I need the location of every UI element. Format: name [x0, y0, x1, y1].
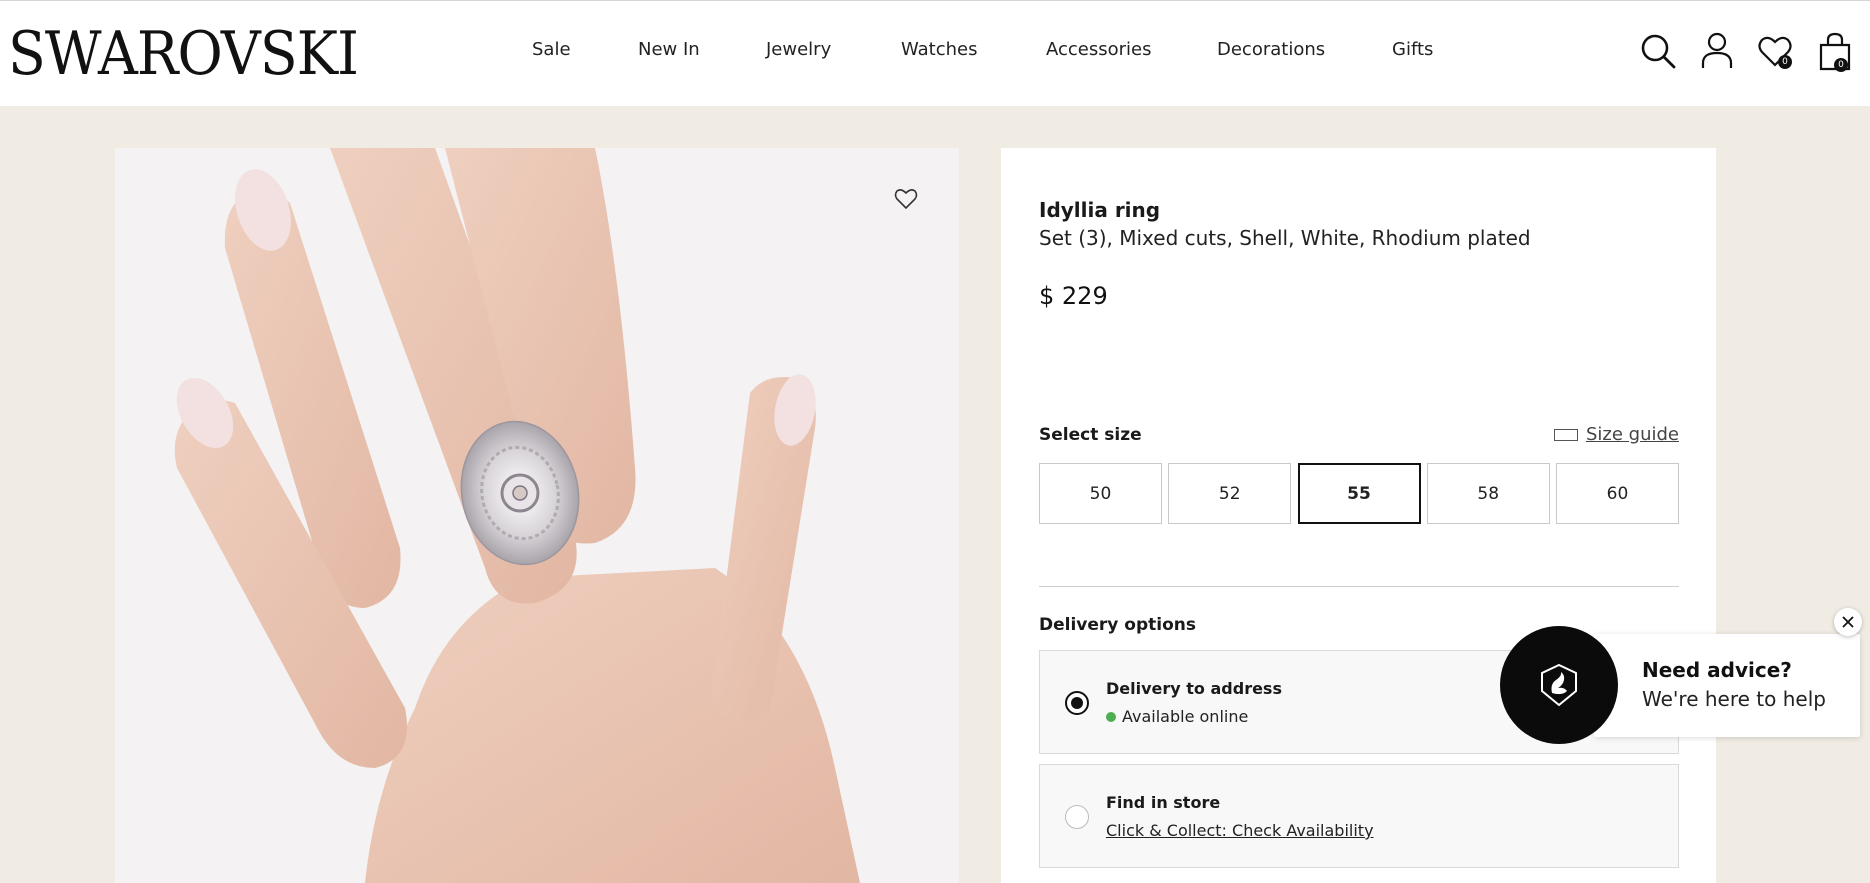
product-image[interactable] — [115, 148, 959, 883]
product-info-panel: Idyllia ring Set (3), Mixed cuts, Shell,… — [1001, 148, 1716, 883]
user-icon[interactable] — [1697, 31, 1737, 71]
shopping-bag-icon[interactable]: 0 — [1815, 31, 1855, 72]
size-option-50[interactable]: 50 — [1039, 463, 1162, 524]
size-guide-link[interactable]: Size guide — [1553, 424, 1679, 445]
product-name: Idyllia ring — [1039, 198, 1161, 222]
available-dot-icon — [1106, 711, 1116, 722]
close-chat-icon[interactable] — [1834, 608, 1862, 636]
nav-item-decorations[interactable]: Decorations — [1217, 39, 1325, 60]
availability-status: Available online — [1106, 707, 1248, 726]
divider — [1039, 586, 1679, 587]
site-header: SWAROVSKI Sale New In Jewelry Watches Ac… — [0, 0, 1870, 106]
delivery-options-label: Delivery options — [1039, 615, 1196, 635]
availability-text: Available online — [1122, 707, 1249, 726]
product-subtitle: Set (3), Mixed cuts, Shell, White, Rhodi… — [1039, 226, 1531, 250]
hand-with-ring-image — [115, 148, 959, 883]
nav-item-gifts[interactable]: Gifts — [1392, 39, 1433, 60]
chat-title: Need advice? — [1642, 658, 1792, 682]
nav-item-watches[interactable]: Watches — [901, 39, 978, 60]
size-option-60[interactable]: 60 — [1556, 463, 1679, 524]
nav-item-jewelry[interactable]: Jewelry — [766, 39, 831, 60]
ruler-icon — [1553, 428, 1578, 441]
delivery-option-title: Delivery to address — [1106, 679, 1282, 698]
brand-logo[interactable]: SWAROVSKI — [8, 19, 359, 89]
select-size-label: Select size — [1039, 425, 1142, 445]
size-option-52[interactable]: 52 — [1168, 463, 1292, 524]
product-price: $ 229 — [1039, 282, 1108, 310]
chat-avatar-swan-icon[interactable] — [1500, 626, 1618, 744]
size-option-58[interactable]: 58 — [1426, 463, 1550, 524]
size-guide-label: Size guide — [1585, 424, 1679, 445]
nav-item-new-in[interactable]: New In — [638, 39, 700, 60]
nav-item-sale[interactable]: Sale — [532, 39, 571, 60]
chat-advice-card[interactable]: Need advice? We're here to help — [1594, 634, 1860, 737]
nav-item-accessories[interactable]: Accessories — [1046, 39, 1152, 60]
bag-count-badge: 0 — [1834, 58, 1848, 72]
heart-icon[interactable]: 0 — [1755, 31, 1795, 71]
store-option-title: Find in store — [1106, 793, 1221, 812]
check-availability-link[interactable]: Click & Collect: Check Availability — [1106, 821, 1374, 840]
size-options: 50 52 55 58 60 — [1039, 463, 1679, 524]
wishlist-count-badge: 0 — [1778, 55, 1792, 69]
search-icon[interactable] — [1638, 31, 1678, 71]
add-to-wishlist-heart-icon[interactable] — [893, 186, 919, 212]
delivery-radio-selected[interactable] — [1065, 691, 1089, 715]
find-in-store-option[interactable]: Find in store Click & Collect: Check Ava… — [1039, 764, 1679, 868]
size-option-55[interactable]: 55 — [1297, 463, 1421, 524]
store-radio[interactable] — [1065, 805, 1089, 829]
chat-subtitle: We're here to help — [1642, 687, 1826, 711]
